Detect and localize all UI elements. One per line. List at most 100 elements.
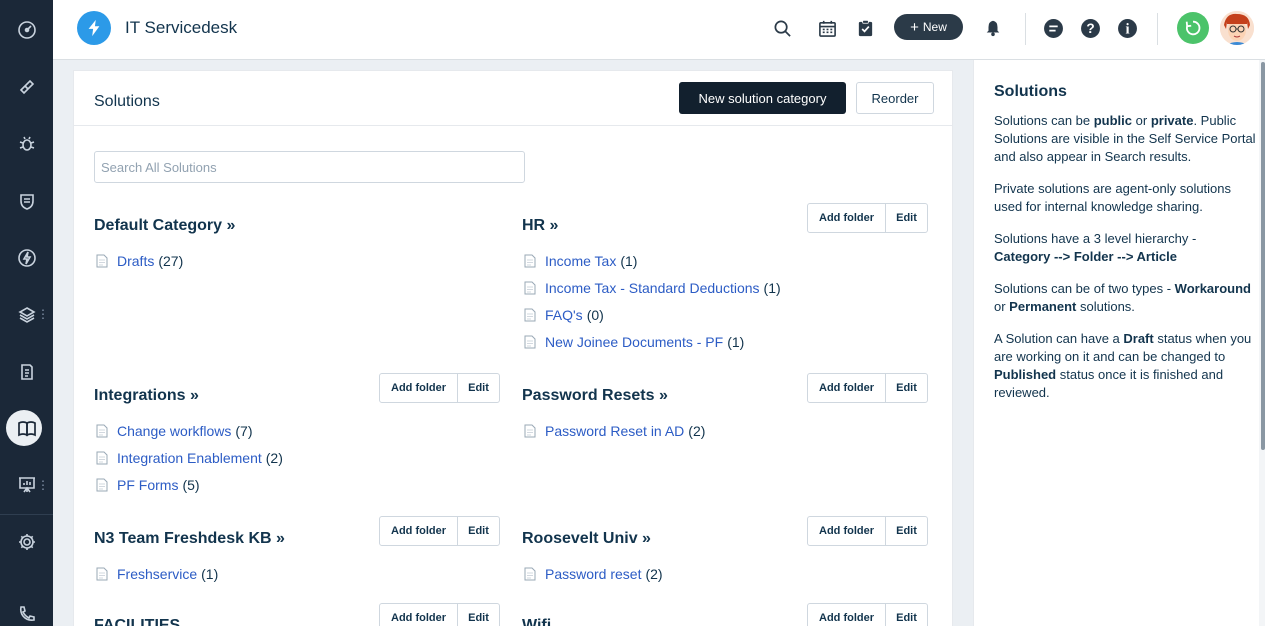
category-title[interactable]: HR » [522,217,558,235]
new-button[interactable]: + New [894,14,963,40]
document-icon [96,567,117,581]
reports-more-icon[interactable]: ⋮ [37,479,49,491]
bell-icon[interactable] [982,17,1004,39]
folder-item[interactable]: Drafts (27) [96,247,183,274]
app-title: IT Servicedesk [125,18,238,37]
admin-icon[interactable] [0,520,53,564]
contracts-icon[interactable] [0,350,53,394]
help-paragraph: A Solution can have a Draft status when … [994,331,1252,400]
svg-text:i: i [1125,21,1129,37]
folder-list: Change workflows (7) Integration Enablemen… [96,417,283,498]
info-icon[interactable]: i [1116,17,1138,39]
header-divider [1157,13,1158,45]
folder-link[interactable]: PF Forms [117,477,178,493]
help-paragraph: Solutions have a 3 level hierarchy - Cat… [994,231,1197,264]
folder-item[interactable]: Password Reset in AD (2) [524,417,705,444]
scrollbar-thumb[interactable] [1261,62,1265,450]
search-icon[interactable] [771,17,793,39]
folder-item[interactable]: PF Forms (5) [96,471,283,498]
folder-item[interactable]: Income Tax (1) [524,247,781,274]
folder-link[interactable]: Change workflows [117,423,231,439]
folder-item[interactable]: Freshservice (1) [96,560,218,587]
chat-icon[interactable] [1042,17,1064,39]
folder-item[interactable]: Integration Enablement (2) [96,444,283,471]
folder-link[interactable]: FAQ's [545,307,583,323]
category-title[interactable]: Integrations » [94,387,199,405]
nav-divider [0,514,53,515]
add-folder-button[interactable]: Add folder [808,374,886,402]
document-icon [524,308,545,322]
add-folder-button[interactable]: Add folder [808,517,886,545]
problems-icon[interactable] [0,122,53,166]
edit-category-button[interactable]: Edit [886,604,927,626]
category-title[interactable]: N3 Team Freshdesk KB » [94,530,285,548]
edit-category-button[interactable]: Edit [458,517,499,545]
folder-count: (27) [158,252,184,269]
folder-link[interactable]: New Joinee Documents - PF [545,334,723,350]
page-title: Solutions [94,93,160,110]
folder-list: Freshservice (1) [96,560,218,587]
category-actions: Add folder Edit [379,373,500,403]
edit-category-button[interactable]: Edit [886,517,927,545]
add-folder-button[interactable]: Add folder [808,604,886,626]
tickets-icon[interactable] [0,65,53,109]
folder-list: Income Tax (1) Income Tax - Standard Deduc… [524,247,781,355]
folder-item[interactable]: New Joinee Documents - PF (1) [524,328,781,355]
folder-link[interactable]: Password Reset in AD [545,423,684,439]
folder-link[interactable]: Drafts [117,253,154,269]
category-title[interactable]: Default Category » [94,217,235,235]
help-panel-body: Solutions can be public or private. Publ… [994,112,1256,416]
folder-count: (1) [763,279,781,296]
calendar-icon[interactable] [816,17,838,39]
edit-category-button[interactable]: Edit [886,374,927,402]
category-actions: Add folder Edit [379,603,500,626]
plus-icon: + [910,18,919,36]
assets-more-icon[interactable]: ⋮ [37,308,49,320]
availability-icon[interactable] [1177,12,1209,44]
releases-icon[interactable] [0,236,53,280]
add-folder-button[interactable]: Add folder [808,204,886,232]
document-icon [96,254,117,268]
folder-item[interactable]: Change workflows (7) [96,417,283,444]
new-solution-category-button[interactable]: New solution category [679,82,846,114]
folder-link[interactable]: Income Tax - Standard Deductions [545,280,760,296]
document-icon [96,451,117,465]
add-folder-button[interactable]: Add folder [380,374,458,402]
freshservice-logo-icon[interactable] [77,11,111,45]
phone-icon[interactable] [0,592,53,626]
document-icon [524,424,545,438]
folder-link[interactable]: Income Tax [545,253,616,269]
document-icon [524,254,545,268]
help-panel-title: Solutions [994,83,1067,100]
solutions-icon[interactable] [0,406,53,450]
help-paragraph: Solutions can be of two types - Workarou… [994,281,1251,314]
folder-link[interactable]: Integration Enablement [117,450,262,466]
add-folder-button[interactable]: Add folder [380,517,458,545]
edit-category-button[interactable]: Edit [886,204,927,232]
folder-count: (7) [235,422,253,439]
user-avatar[interactable] [1220,11,1254,45]
document-icon [524,335,545,349]
folder-item[interactable]: Password reset (2) [524,560,663,587]
folder-item[interactable]: Income Tax - Standard Deductions (1) [524,274,781,301]
folder-count: (1) [727,333,745,350]
category-title[interactable]: Password Resets » [522,387,668,405]
help-icon[interactable]: ? [1079,17,1101,39]
reorder-button[interactable]: Reorder [856,82,934,114]
solutions-panel: Solutions New solution category Reorder … [73,70,953,626]
edit-category-button[interactable]: Edit [458,604,499,626]
category-actions: Add folder Edit [807,373,928,403]
edit-category-button[interactable]: Edit [458,374,499,402]
folder-item[interactable]: FAQ's (0) [524,301,781,328]
search-solutions-input[interactable] [94,151,525,183]
category-title[interactable]: Roosevelt Univ » [522,530,651,548]
folder-count: (1) [620,252,638,269]
todo-icon[interactable] [854,17,876,39]
add-folder-button[interactable]: Add folder [380,604,458,626]
category-title[interactable]: Wifi [522,617,551,626]
folder-link[interactable]: Password reset [545,566,641,582]
dashboard-icon[interactable] [0,8,53,52]
category-title[interactable]: FACILITIES [94,617,180,626]
changes-icon[interactable] [0,179,53,223]
folder-link[interactable]: Freshservice [117,566,197,582]
